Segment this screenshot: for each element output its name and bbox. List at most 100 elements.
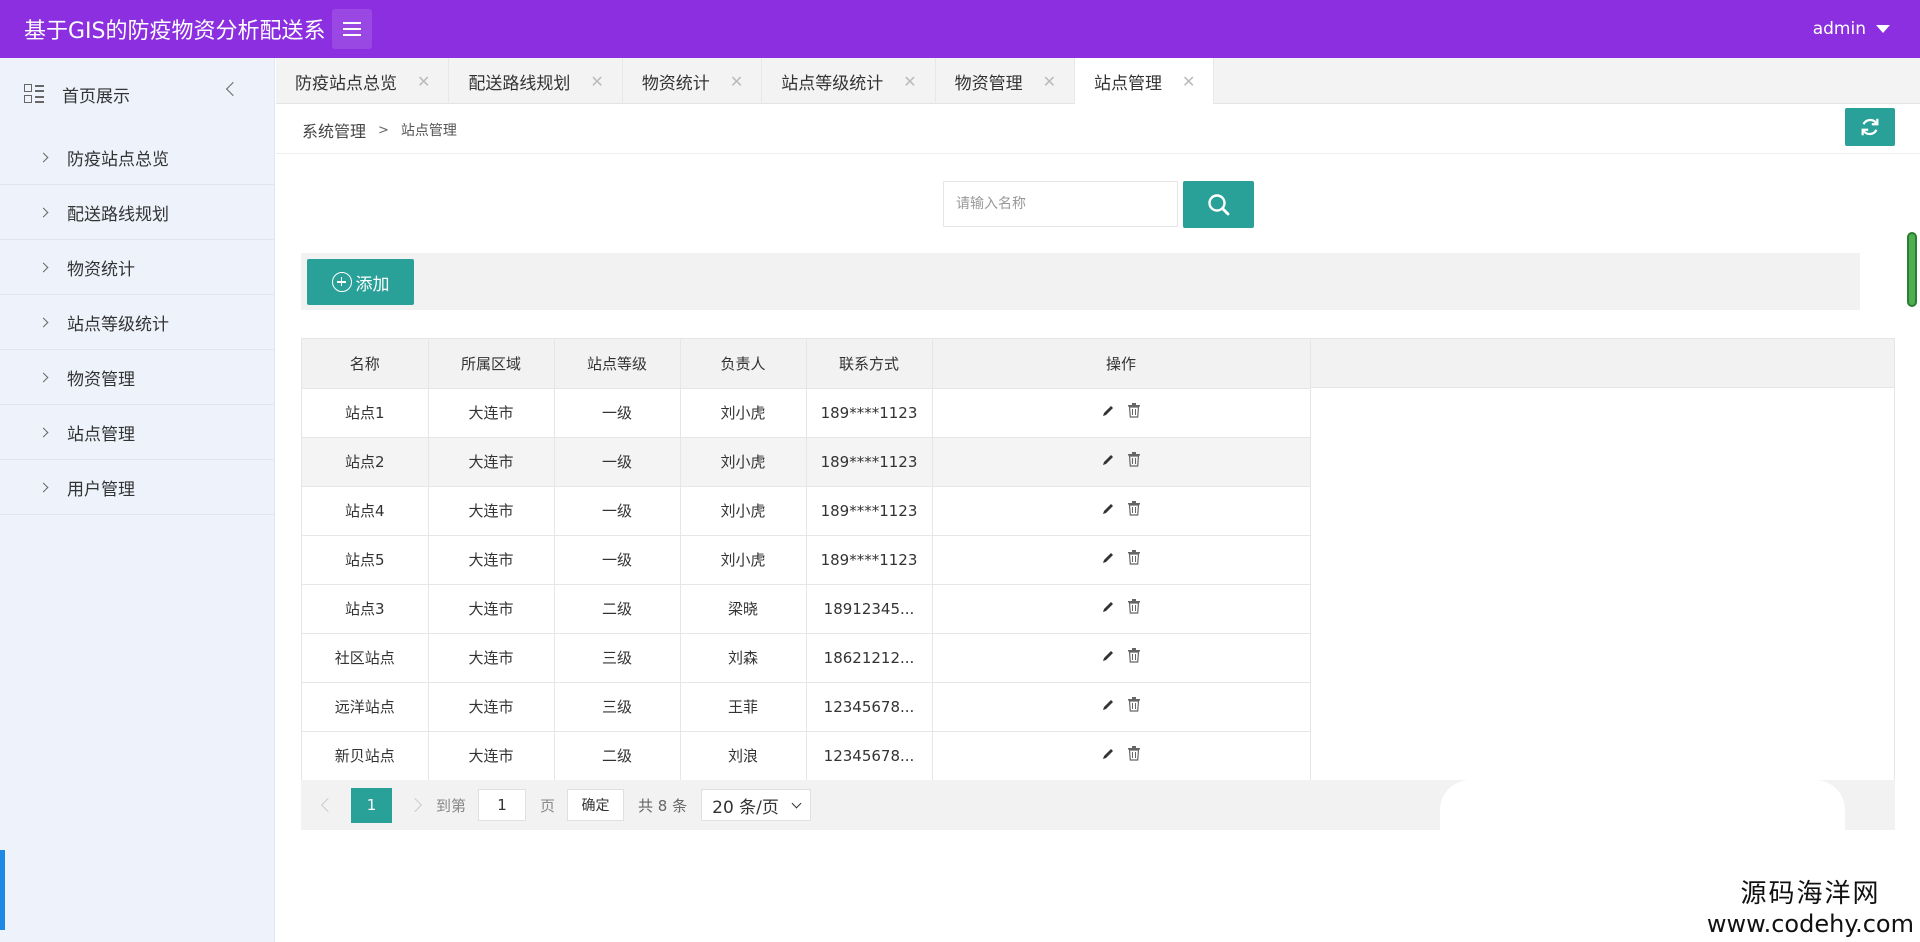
site-table: 名称 所属区域 站点等级 负责人 联系方式 操作 站点1 大连市 一级 刘小虎 189*… <box>301 338 1895 830</box>
close-icon[interactable]: ✕ <box>1043 72 1056 91</box>
column-header[interactable]: 站点等级 <box>554 339 681 389</box>
tab-bar: 防疫站点总览 ✕ 配送路线规划 ✕ 物资统计 ✕ 站点等级统计 ✕ 物资管理 ✕ 站点管理… <box>276 58 1920 104</box>
search-input[interactable] <box>943 181 1178 227</box>
table-row: 站点3 大连市 二级 梁晓 18912345... <box>302 584 1311 634</box>
edit-icon[interactable] <box>1101 698 1115 716</box>
edit-icon[interactable] <box>1101 453 1115 471</box>
page-unit-label: 页 <box>540 796 556 815</box>
sidebar-item-site-overview[interactable]: 防疫站点总览 <box>0 130 274 185</box>
plus-circle-icon <box>331 272 352 292</box>
breadcrumb-root[interactable]: 系统管理 <box>302 118 366 142</box>
sidebar-home[interactable]: 首页展示 <box>0 58 274 130</box>
menu-toggle-button[interactable] <box>331 9 372 49</box>
table-row: 站点1 大连市 一级 刘小虎 189****1123 <box>302 388 1311 438</box>
row-actions <box>932 682 1311 732</box>
row-actions <box>932 437 1311 487</box>
sidebar-item-label: 防疫站点总览 <box>67 149 169 170</box>
edit-icon[interactable] <box>1101 502 1115 520</box>
column-header[interactable]: 联系方式 <box>806 339 933 389</box>
collapse-chevron-icon[interactable] <box>225 81 241 97</box>
chevron-right-icon <box>38 207 49 217</box>
chevron-right-icon <box>38 482 49 492</box>
add-button-label: 添加 <box>355 274 390 295</box>
close-icon[interactable]: ✕ <box>730 72 743 91</box>
table-row: 新贝站点 大连市 二级 刘浪 12345678... <box>302 731 1311 781</box>
sidebar-item-supply-stats[interactable]: 物资统计 <box>0 240 274 295</box>
sidebar: 首页展示 防疫站点总览 配送路线规划 物资统计 站点等级统计 物资管理 站点管理… <box>0 58 275 942</box>
edit-icon[interactable] <box>1101 551 1115 569</box>
tab-site-management[interactable]: 站点管理 ✕ <box>1075 58 1215 104</box>
tab-supply-stats[interactable]: 物资统计 ✕ <box>623 58 763 104</box>
column-header[interactable]: 所属区域 <box>428 339 555 389</box>
chevron-right-icon <box>38 317 49 327</box>
close-icon[interactable]: ✕ <box>1182 72 1195 91</box>
next-page-icon[interactable] <box>407 797 423 813</box>
user-menu[interactable]: admin <box>1813 0 1890 58</box>
chevron-right-icon <box>38 427 49 437</box>
sidebar-item-level-stats[interactable]: 站点等级统计 <box>0 295 274 350</box>
delete-icon[interactable] <box>1127 648 1141 667</box>
column-header[interactable]: 操作 <box>932 339 1311 389</box>
sidebar-accent-bar <box>0 850 5 930</box>
dashboard-icon <box>24 84 44 104</box>
delete-icon[interactable] <box>1127 599 1141 618</box>
sidebar-home-label: 首页展示 <box>62 86 130 107</box>
hamburger-icon <box>342 22 361 24</box>
table-row: 站点2 大连市 一级 刘小虎 189****1123 <box>302 437 1311 487</box>
row-actions <box>932 486 1311 536</box>
sidebar-item-site-management[interactable]: 站点管理 <box>0 405 274 460</box>
watermark-line1: 源码海洋网 <box>1740 879 1881 909</box>
sidebar-item-label: 站点等级统计 <box>67 314 169 335</box>
page-number-current[interactable]: 1 <box>351 787 392 823</box>
row-actions <box>932 731 1311 781</box>
total-count: 共 8 条 <box>638 796 688 815</box>
edit-icon[interactable] <box>1101 747 1115 765</box>
add-button[interactable]: 添加 <box>307 259 414 305</box>
search-icon <box>1207 193 1229 215</box>
table-header-row: 名称 所属区域 站点等级 负责人 联系方式 操作 <box>302 339 1311 389</box>
close-icon[interactable]: ✕ <box>417 72 430 91</box>
chevron-right-icon <box>38 152 49 162</box>
column-header[interactable]: 负责人 <box>680 339 807 389</box>
sidebar-item-supply-management[interactable]: 物资管理 <box>0 350 274 405</box>
table-row: 站点4 大连市 一级 刘小虎 189****1123 <box>302 486 1311 536</box>
sidebar-item-label: 用户管理 <box>67 479 135 500</box>
sidebar-item-route-planning[interactable]: 配送路线规划 <box>0 185 274 240</box>
row-actions <box>932 535 1311 585</box>
close-icon[interactable]: ✕ <box>590 72 603 91</box>
chevron-down-icon <box>791 798 802 808</box>
page-size-select[interactable]: 20 条/页 <box>701 789 812 821</box>
breadcrumb-separator: > <box>378 122 389 138</box>
close-icon[interactable]: ✕ <box>903 72 916 91</box>
column-header[interactable]: 名称 <box>302 339 429 389</box>
table-row: 远洋站点 大连市 三级 王菲 12345678... <box>302 682 1311 732</box>
goto-label: 到第 <box>436 796 467 815</box>
delete-icon[interactable] <box>1127 403 1141 422</box>
chevron-right-icon <box>38 262 49 272</box>
prev-page-icon[interactable] <box>320 797 336 813</box>
delete-icon[interactable] <box>1127 746 1141 765</box>
sidebar-item-user-management[interactable]: 用户管理 <box>0 460 274 515</box>
row-actions <box>932 388 1311 438</box>
goto-confirm-button[interactable]: 确定 <box>567 789 625 821</box>
vertical-scrollbar[interactable] <box>1907 232 1917 307</box>
sidebar-item-label: 站点管理 <box>67 424 135 445</box>
goto-page-input[interactable] <box>478 789 527 821</box>
tab-site-overview[interactable]: 防疫站点总览 ✕ <box>276 58 450 104</box>
tab-supply-management[interactable]: 物资管理 ✕ <box>936 58 1076 104</box>
edit-icon[interactable] <box>1101 600 1115 618</box>
delete-icon[interactable] <box>1127 697 1141 716</box>
refresh-button[interactable] <box>1845 108 1895 146</box>
breadcrumb: 系统管理 > 站点管理 <box>302 118 457 142</box>
tab-level-stats[interactable]: 站点等级统计 ✕ <box>762 58 936 104</box>
app-title: 基于GIS的防疫物资分析配送系 <box>24 19 326 44</box>
edit-icon[interactable] <box>1101 404 1115 422</box>
delete-icon[interactable] <box>1127 452 1141 471</box>
edit-icon[interactable] <box>1101 649 1115 667</box>
caret-down-icon <box>1876 25 1890 33</box>
search-button[interactable] <box>1183 181 1254 228</box>
sidebar-item-label: 配送路线规划 <box>67 204 169 225</box>
delete-icon[interactable] <box>1127 501 1141 520</box>
delete-icon[interactable] <box>1127 550 1141 569</box>
tab-route-planning[interactable]: 配送路线规划 ✕ <box>449 58 623 104</box>
